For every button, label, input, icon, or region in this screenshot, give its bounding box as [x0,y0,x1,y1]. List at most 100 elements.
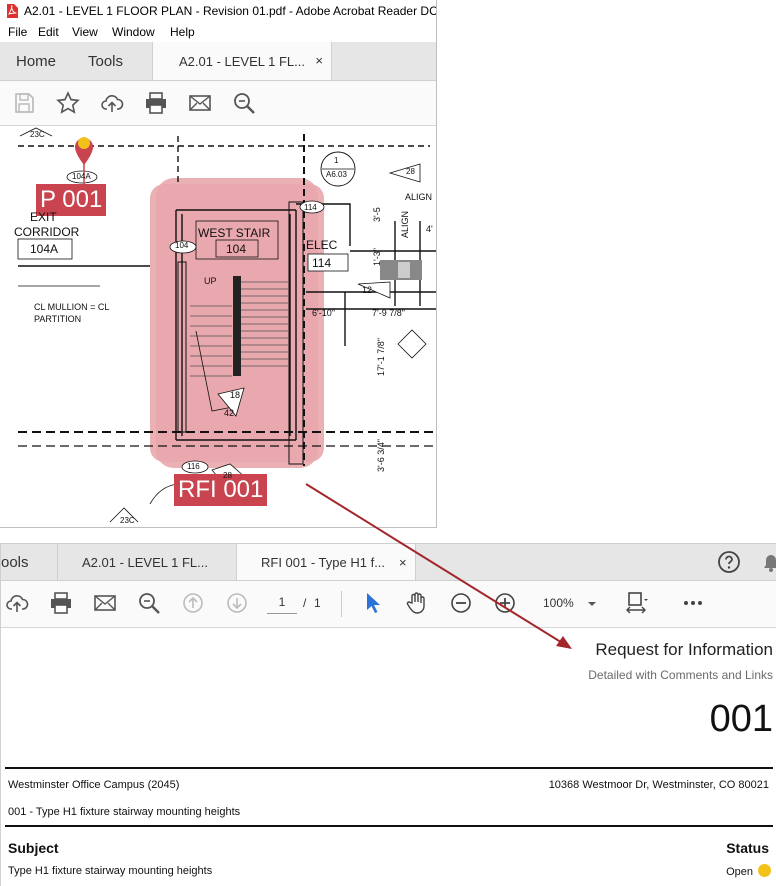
menu-file[interactable]: File [8,25,27,39]
tab-bar: Home Tools A2.01 - LEVEL 1 FL... × [0,42,436,81]
status-open-dot-icon [758,864,771,877]
acrobat-window-floorplan: A2.01 - LEVEL 1 FLOOR PLAN - Revision 01… [0,0,437,528]
rfi-document: Request for Information Detailed with Co… [1,628,776,886]
doc-subtitle: Detailed with Comments and Links [588,668,773,682]
cloud-upload-icon[interactable] [100,91,124,115]
tag-28-upper: 28 [406,167,415,176]
stair-room: 104 [226,242,247,256]
star-icon[interactable] [56,91,80,115]
acrobat-window-rfi: ools A2.01 - LEVEL 1 FL... RFI 001 - Typ… [0,543,776,886]
cursor-icon[interactable] [361,591,385,615]
tab-document-label: A2.01 - LEVEL 1 FL... [179,54,305,69]
dim-3-5: 3'-5 [372,207,382,222]
page-number-input[interactable]: 1 [267,595,297,614]
title-bar: A2.01 - LEVEL 1 FLOOR PLAN - Revision 01… [0,0,436,22]
mail-icon[interactable] [93,591,117,615]
tag-42: 42 [224,408,235,418]
mullion-note-1: CL MULLION = CL [34,302,110,312]
status-text: Open [726,866,753,878]
rfi-line: 001 - Type H1 fixture stairway mounting … [8,806,241,818]
align-label-1: ALIGN [405,192,433,202]
fit-page-icon[interactable] [625,591,649,615]
toolbar-divider [341,591,342,617]
tab-rfi-label: RFI 001 - Type H1 f... [261,555,386,570]
project-address: 10368 Westmoor Dr, Westminster, CO 80021 [548,779,769,791]
up-label: UP [204,276,217,286]
dim-17-1: 17'-1 7/8" [376,338,386,376]
pdf-icon [7,4,18,18]
arrow-up-circle-icon[interactable] [181,591,205,615]
doc-title: Request for Information [595,640,773,659]
tab-tools-partial[interactable]: ools [1,554,29,571]
elec-room: 114 [312,256,332,270]
tag-114: 114 [304,203,317,212]
floor-plan-viewer[interactable]: P 001 RFI 001 104A EXIT CORRIDOR 104A 10… [0,126,436,527]
elec-label: ELEC [306,238,338,252]
stair-name: WEST STAIR [198,226,271,240]
menu-bar: File Edit View Window Help [0,22,436,42]
dim-1-3: 1'-3" [372,248,382,266]
zoom-value: 100% [543,596,574,610]
tag-104: 104 [175,241,189,250]
toolbar-2: 1 / 1 100% [1,581,776,628]
menu-view[interactable]: View [72,25,98,39]
status-value: Open [726,864,771,878]
status-label: Status [726,840,769,856]
tag-104a-pin: 104A [72,172,91,181]
help-icon[interactable] [717,550,741,574]
divider-rule [5,767,773,769]
tag-23c-lower: 23C [120,516,135,525]
dim-7-9: 7'-9 7/8" [372,308,405,318]
zoom-select[interactable]: 100% [537,593,605,615]
divider-rule [5,825,773,827]
tag-28-lower: 28 [223,471,232,480]
tab-home[interactable]: Home [16,53,56,70]
search-zoom-icon[interactable] [137,591,161,615]
tab-floorplan[interactable]: A2.01 - LEVEL 1 FL... [57,544,236,580]
detail-number: 1 [334,156,339,165]
tag-116: 116 [187,462,200,471]
markup-rfi001[interactable]: RFI 001 [174,474,268,506]
page-separator: / [303,596,307,610]
project-name: Westminster Office Campus (2045) [8,779,180,791]
align-label-2: ALIGN [400,210,410,238]
corridor-label: CORRIDOR [14,225,80,239]
zoom-out-icon[interactable] [449,591,473,615]
save-icon[interactable] [12,91,36,115]
mail-icon[interactable] [188,91,212,115]
mullion-note-2: PARTITION [34,314,82,324]
menu-edit[interactable]: Edit [38,25,59,39]
menu-window[interactable]: Window [112,25,155,39]
menu-help[interactable]: Help [170,25,195,39]
subject-label: Subject [8,840,59,856]
print-icon[interactable] [144,91,168,115]
page-total: 1 [314,596,321,610]
dim-6-10: 6'-10" [312,308,335,318]
tag-18: 18 [230,390,241,400]
print-icon[interactable] [49,591,73,615]
arrow-down-circle-icon[interactable] [225,591,249,615]
tab-tools[interactable]: Tools [88,53,123,70]
more-icon[interactable] [681,591,705,615]
close-tab-icon[interactable]: × [399,555,407,570]
dim-3-6: 3'-6 3/4" [376,439,386,472]
zoom-in-icon[interactable] [493,591,517,615]
tab-floorplan-label: A2.01 - LEVEL 1 FL... [82,555,208,570]
exit-label: EXIT [30,210,57,224]
bell-icon[interactable] [759,550,776,574]
tag-12: 12 [362,285,373,295]
hand-icon[interactable] [405,591,429,615]
close-tab-icon[interactable]: × [315,53,323,68]
tab-document[interactable]: A2.01 - LEVEL 1 FL... × [152,42,332,80]
toolbar [0,81,436,126]
tab-rfi[interactable]: RFI 001 - Type H1 f... × [236,544,416,580]
cloud-upload-icon[interactable] [5,591,29,615]
rfi-number: 001 [709,698,773,740]
window-title: A2.01 - LEVEL 1 FLOOR PLAN - Revision 01… [24,4,437,18]
subject-value: Type H1 fixture stairway mounting height… [8,865,213,877]
corridor-room: 104A [30,242,59,256]
detail-sheet: A6.03 [326,170,347,179]
search-zoom-icon[interactable] [232,91,256,115]
tab-bar-2: ools A2.01 - LEVEL 1 FL... RFI 001 - Typ… [1,544,776,581]
chevron-down-icon [588,602,596,606]
